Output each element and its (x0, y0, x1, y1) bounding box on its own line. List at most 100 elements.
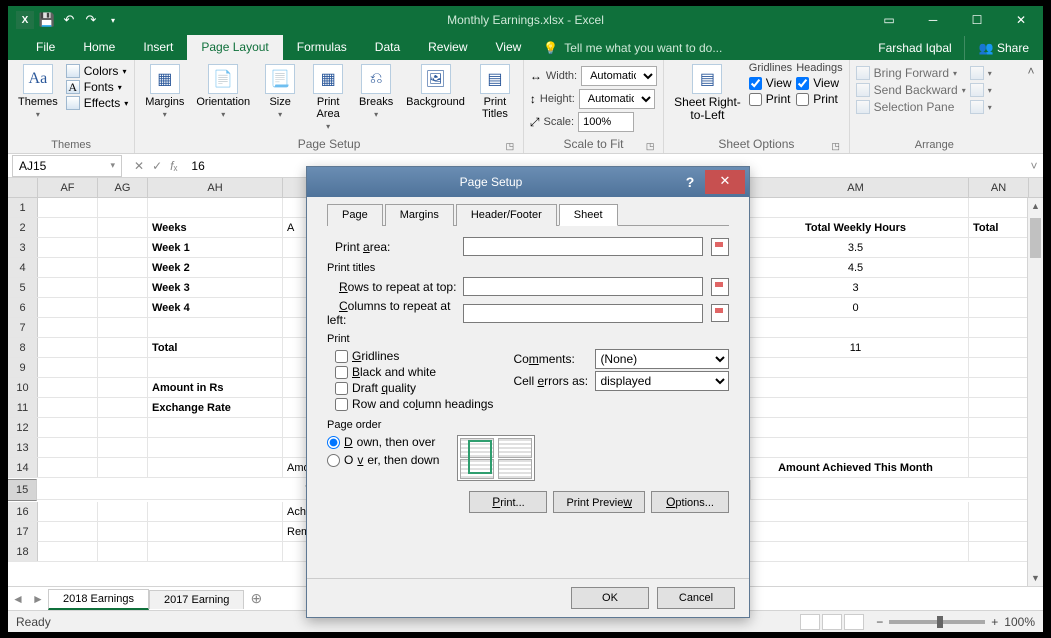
cell[interactable]: Total Weekly Hours (743, 218, 969, 237)
cell[interactable] (743, 318, 969, 337)
cell[interactable] (969, 318, 1029, 337)
tab-formulas[interactable]: Formulas (283, 35, 361, 60)
cell[interactable] (969, 458, 1029, 477)
save-icon[interactable]: 💾 (38, 11, 56, 29)
row-header[interactable]: 16 (8, 502, 38, 521)
cell[interactable] (38, 542, 98, 561)
cell[interactable]: Total (969, 218, 1029, 237)
cell[interactable]: Week 4 (148, 298, 283, 317)
cell[interactable] (98, 378, 148, 397)
dlg-tab-page[interactable]: Page (327, 204, 383, 226)
cell[interactable] (743, 198, 969, 217)
row-header[interactable]: 8 (8, 338, 38, 357)
cell[interactable] (98, 438, 148, 457)
view-page-break-icon[interactable] (844, 614, 864, 630)
cell[interactable] (38, 338, 98, 357)
cell[interactable] (743, 358, 969, 377)
breaks-button[interactable]: ⎌Breaks▾ (354, 62, 398, 121)
cell[interactable] (98, 338, 148, 357)
fonts-button[interactable]: AFonts▾ (66, 80, 128, 94)
rtl-button[interactable]: ▤Sheet Right-to-Left (670, 62, 745, 124)
bring-forward-button[interactable]: Bring Forward▾ (856, 66, 966, 80)
headings-print-checkbox[interactable] (796, 93, 809, 106)
cell[interactable] (98, 278, 148, 297)
cell[interactable] (98, 542, 148, 561)
column-header[interactable]: AF (38, 178, 98, 197)
cell[interactable] (969, 398, 1029, 417)
gridlines-view-checkbox[interactable] (749, 77, 762, 90)
scale-launcher-icon[interactable]: ◳ (645, 141, 655, 151)
cell[interactable] (98, 298, 148, 317)
cell[interactable] (148, 502, 283, 521)
cancel-button[interactable]: Cancel (657, 587, 735, 609)
cell[interactable]: Week 3 (148, 278, 283, 297)
row-header[interactable]: 10 (8, 378, 38, 397)
dlg-tab-margins[interactable]: Margins (385, 204, 454, 226)
orientation-button[interactable]: 📄Orientation▾ (192, 62, 254, 121)
cell[interactable] (969, 258, 1029, 277)
rotate-button[interactable]: ▾ (970, 100, 992, 114)
print-area-picker-icon[interactable] (711, 238, 729, 256)
print-preview-button[interactable]: Print Preview (553, 491, 645, 513)
cell[interactable]: Amount in Rs (148, 378, 283, 397)
send-backward-button[interactable]: Send Backward▾ (856, 83, 966, 97)
cell[interactable] (743, 398, 969, 417)
sheet-nav-next-icon[interactable]: ► (28, 592, 48, 606)
cell[interactable] (743, 542, 969, 561)
colors-button[interactable]: Colors▾ (66, 64, 128, 78)
margins-button[interactable]: ▦Margins▾ (141, 62, 188, 121)
cell[interactable] (743, 522, 969, 541)
over-down-radio[interactable]: Over, then down (327, 453, 439, 467)
print-titles-button[interactable]: ▤Print Titles (473, 62, 517, 122)
tab-home[interactable]: Home (69, 35, 129, 60)
tab-insert[interactable]: Insert (129, 35, 187, 60)
cell[interactable]: Total (148, 338, 283, 357)
print-area-button[interactable]: ▦Print Area▾ (306, 62, 350, 133)
cell[interactable] (743, 418, 969, 437)
cell[interactable] (148, 358, 283, 377)
cell[interactable] (38, 358, 98, 377)
column-header[interactable]: AN (969, 178, 1029, 197)
close-window-button[interactable]: ✕ (999, 6, 1043, 34)
cell[interactable] (38, 502, 98, 521)
cell[interactable] (743, 502, 969, 521)
cell[interactable] (98, 198, 148, 217)
column-header[interactable]: AG (98, 178, 148, 197)
row-header[interactable]: 15 (8, 479, 37, 501)
cell[interactable] (969, 278, 1029, 297)
fx-icon[interactable]: fₓ (170, 159, 177, 173)
tab-review[interactable]: Review (414, 35, 481, 60)
cell[interactable]: Weeks (148, 218, 283, 237)
options-button[interactable]: Options... (651, 491, 729, 513)
cell[interactable] (743, 438, 969, 457)
sheet-nav-prev-icon[interactable]: ◄ (8, 592, 28, 606)
cell[interactable] (98, 218, 148, 237)
cell[interactable]: Exchange Rate (148, 398, 283, 417)
row-header[interactable]: 14 (8, 458, 38, 477)
cell[interactable] (743, 378, 969, 397)
zoom-level[interactable]: 100% (1004, 615, 1035, 629)
row-header[interactable]: 13 (8, 438, 38, 457)
cell[interactable] (148, 318, 283, 337)
sheetopts-launcher-icon[interactable]: ◳ (831, 141, 841, 151)
dlg-tab-sheet[interactable]: Sheet (559, 204, 618, 226)
cell[interactable]: Amount Achieved This Month (743, 458, 969, 477)
effects-button[interactable]: Effects▾ (66, 96, 128, 110)
cell[interactable] (38, 198, 98, 217)
row-header[interactable]: 3 (8, 238, 38, 257)
selection-pane-button[interactable]: Selection Pane (856, 100, 966, 114)
row-header[interactable]: 9 (8, 358, 38, 377)
row-header[interactable]: 12 (8, 418, 38, 437)
minimize-button[interactable]: ─ (911, 6, 955, 34)
cell[interactable] (38, 522, 98, 541)
user-name[interactable]: Farshad Iqbal (866, 36, 963, 60)
zoom-slider[interactable] (889, 620, 985, 624)
cell[interactable] (98, 522, 148, 541)
dialog-titlebar[interactable]: Page Setup ? ✕ (307, 167, 749, 197)
page-setup-launcher-icon[interactable]: ◳ (505, 141, 515, 151)
cell[interactable] (969, 438, 1029, 457)
row-header[interactable]: 18 (8, 542, 38, 561)
add-sheet-icon[interactable]: ⊕ (244, 590, 268, 607)
sheet-tab-active[interactable]: 2018 Earnings (48, 589, 149, 610)
bw-checkbox[interactable] (335, 366, 348, 379)
